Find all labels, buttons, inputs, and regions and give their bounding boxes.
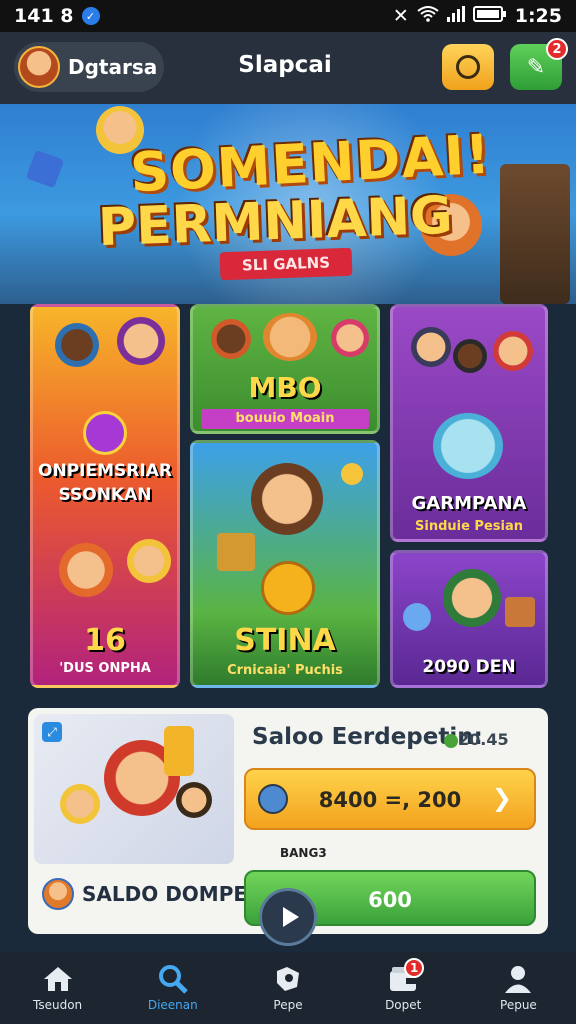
bottom-nav: Tseudon Dieenan Pepe 1 Dopet Pepue	[0, 952, 576, 1024]
battery-icon	[472, 5, 507, 27]
wallet-label-text: SALDO DOMPET	[82, 882, 261, 906]
game-title: 2090 DEN	[422, 657, 516, 677]
amount-value: 8400 =, 200	[318, 788, 462, 812]
puzzle-icon	[271, 964, 305, 994]
status-time-right: 1:25	[514, 5, 562, 27]
hero-title-line2: PERMNIANG	[97, 185, 454, 259]
game-card-5[interactable]: 2090 DEN	[390, 550, 548, 688]
mute-icon: ✕	[392, 5, 409, 27]
coin-stack-icon	[164, 726, 194, 776]
character-art	[55, 323, 99, 367]
nav-label: Tseudon	[33, 998, 83, 1012]
user-name: Dgtarsa	[68, 55, 158, 79]
heart-icon	[83, 411, 127, 455]
game-subtitle: 'DUS ONPHA	[59, 661, 151, 676]
character-art	[411, 327, 451, 367]
nav-label: Pepe	[273, 998, 303, 1012]
verified-icon: ✓	[81, 7, 100, 25]
game-subtitle: Crnicaia' Puchis	[227, 663, 343, 678]
character-art	[493, 331, 533, 371]
nav-label: Dopet	[385, 998, 422, 1012]
wifi-icon	[417, 5, 439, 27]
nav-label: Pepue	[500, 998, 537, 1012]
wallet-badge: 1	[404, 958, 425, 978]
character-art	[443, 569, 501, 627]
hero-banner[interactable]: SOMENDAI! PERMNIANG SLI GALNS	[0, 104, 576, 304]
wallet-label: SALDO DOMPET	[42, 878, 261, 910]
app-header: Dgtarsa Slapcai ✎ 2	[0, 32, 576, 104]
heart-icon	[261, 561, 315, 615]
crate-icon	[505, 597, 535, 627]
crate-icon	[217, 533, 255, 571]
nav-item-search[interactable]: Dieenan	[115, 952, 230, 1024]
play-icon	[282, 907, 299, 927]
game-count: 16	[84, 623, 126, 658]
home-icon	[41, 964, 75, 994]
person-icon	[501, 964, 535, 994]
character-art	[453, 339, 487, 373]
game-title: STINA	[234, 623, 336, 658]
monster-character-art	[433, 413, 503, 479]
search-icon	[156, 964, 190, 994]
coin-button[interactable]	[442, 44, 494, 90]
character-art	[59, 543, 113, 597]
character-art	[176, 782, 212, 818]
character-art	[127, 539, 171, 583]
coin-icon	[341, 463, 363, 485]
coin-icon	[456, 55, 480, 79]
game-card-2[interactable]: MBO bouuio Moain	[190, 304, 380, 434]
hero-cube	[25, 149, 65, 189]
game-title: ONPIEMSRIAR SSONKAN	[38, 461, 172, 505]
game-card-4[interactable]: STINA Crnicaia' Puchis	[190, 440, 380, 688]
character-art	[251, 463, 323, 535]
hero-ribbon: SLI GALNS	[219, 247, 353, 281]
gem-icon	[403, 603, 431, 631]
wallet-icon: 1	[386, 958, 425, 994]
chevron-right-icon: ❯	[491, 784, 512, 812]
amount-caption: BANG3	[280, 846, 327, 860]
character-art	[331, 319, 369, 357]
wallet-character-art: ⤢	[34, 714, 234, 864]
game-card-3[interactable]: GARMPANA Sinduie Pesian	[390, 304, 548, 542]
cat-character-art	[263, 313, 317, 361]
character-art	[60, 784, 100, 824]
wallet-avatar-icon	[42, 878, 74, 910]
balance-gem-icon	[444, 734, 458, 748]
nav-label: Dieenan	[147, 998, 198, 1012]
page-title: Slapcai	[238, 52, 332, 78]
user-profile-chip[interactable]: Dgtarsa	[14, 42, 164, 92]
character-art	[117, 317, 165, 365]
hero-tower	[500, 164, 570, 304]
signal-icon	[446, 5, 465, 27]
character-art	[211, 319, 251, 359]
game-title: GARMPANA	[411, 493, 527, 514]
notification-badge: 2	[546, 38, 568, 60]
nav-item-home[interactable]: Tseudon	[0, 952, 115, 1024]
ticket-icon: ✎	[526, 54, 546, 80]
balance-value: 20.45	[458, 730, 509, 749]
avatar	[18, 46, 60, 88]
status-bar: 141 8 ✓ ✕ 1:25	[0, 0, 576, 32]
messages-button[interactable]: ✎ 2	[510, 38, 568, 90]
game-card-1[interactable]: ONPIEMSRIAR SSONKAN 16 'DUS ONPHA	[30, 304, 180, 688]
nav-item-wallet[interactable]: 1 Dopet	[346, 952, 461, 1024]
game-subtitle: Sinduie Pesian	[415, 519, 523, 534]
game-title: MBO	[248, 371, 322, 404]
nav-item-puzzle[interactable]: Pepe	[230, 952, 345, 1024]
game-subtitle: bouuio Moain	[201, 409, 369, 429]
expand-icon[interactable]: ⤢	[42, 722, 62, 742]
amount-button[interactable]: 8400 =, 200 ❯	[244, 768, 536, 830]
nav-item-profile[interactable]: Pepue	[461, 952, 576, 1024]
play-button[interactable]	[259, 888, 317, 946]
status-time-left: 141 8	[14, 5, 74, 27]
